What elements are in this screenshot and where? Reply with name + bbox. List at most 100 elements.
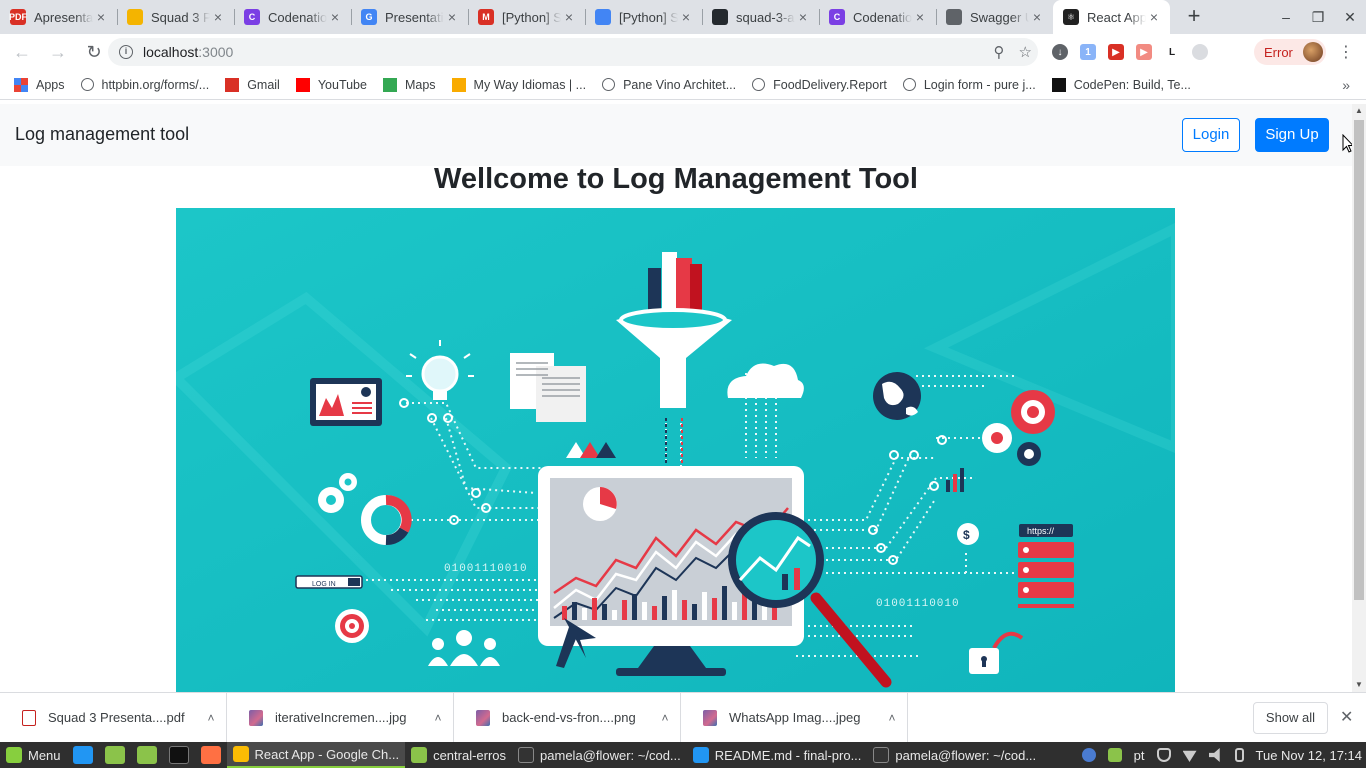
tab-close-icon[interactable]: × <box>561 9 577 25</box>
download-item[interactable]: Squad 3 Presenta....pdf ˄ <box>0 692 227 743</box>
menu-label: Menu <box>28 747 61 763</box>
terminal-icon <box>518 747 535 763</box>
cast-extension-icon[interactable]: ▶ <box>1136 44 1152 60</box>
reload-button[interactable]: ↻ <box>78 36 110 68</box>
address-url[interactable]: localhost:3000 <box>143 44 233 60</box>
restore-icon[interactable]: ❐ <box>1302 0 1334 34</box>
tab-close-icon[interactable]: × <box>327 9 343 25</box>
bookmark-item[interactable]: httpbin.org/forms/... <box>80 78 209 92</box>
hero-login-text: LOG IN <box>312 581 336 588</box>
taskbar-window[interactable]: README.md - final-pro... <box>687 742 868 768</box>
download-filename: Squad 3 Presenta....pdf <box>48 710 185 725</box>
scroll-down-arrow-icon[interactable]: ▼ <box>1352 678 1366 692</box>
download-item[interactable]: back-end-vs-fron....png ˄ <box>454 692 681 743</box>
tab-close-icon[interactable]: × <box>1029 9 1045 25</box>
login-button[interactable]: Login <box>1182 118 1240 152</box>
folder-launcher-icon[interactable] <box>136 746 157 764</box>
taskbar-window[interactable]: pamela@flower: ~/cod... <box>512 742 687 768</box>
bookmark-item[interactable]: Login form - pure j... <box>902 78 1036 92</box>
bookmark-item[interactable]: Pane Vino Architet... <box>602 78 736 92</box>
chevron-up-icon[interactable]: ˄ <box>650 711 680 725</box>
taskbar-window[interactable]: pamela@flower: ~/cod... <box>867 742 1042 768</box>
files-launcher-icon[interactable] <box>104 746 125 764</box>
download-items: Squad 3 Presenta....pdf ˄ iterativeIncreme… <box>0 692 908 743</box>
taskbar-window[interactable]: React App - Google Ch... <box>226 742 406 768</box>
extension-clock-icon[interactable] <box>1192 44 1208 60</box>
shield-icon[interactable] <box>1156 748 1171 762</box>
page-scrollbar[interactable]: ▲ ▼ <box>1352 104 1366 692</box>
clock[interactable]: Tue Nov 12, 17:14 <box>1256 748 1362 763</box>
bookmark-item[interactable]: Gmail <box>225 77 280 92</box>
back-button[interactable]: ← <box>6 36 38 68</box>
site-info-icon[interactable]: i <box>119 45 133 59</box>
new-tab-button[interactable]: + <box>1180 3 1208 31</box>
extension-badge-icon[interactable]: 1 <box>1080 44 1096 60</box>
bookmark-item[interactable]: Apps <box>14 77 65 92</box>
navbar-brand[interactable]: Log management tool <box>15 124 189 145</box>
chrome-icon <box>232 746 249 762</box>
download-extension-icon[interactable]: ↓ <box>1052 44 1068 60</box>
battery-icon[interactable] <box>1234 748 1244 762</box>
decorative-bar <box>712 598 717 620</box>
zoom-icon[interactable]: ⚲ <box>994 43 1005 61</box>
tab-close-icon[interactable]: × <box>1146 9 1162 25</box>
browser-tab[interactable]: [Python] Squad× <box>585 0 702 34</box>
decorative-bar <box>582 608 587 620</box>
files-tray-icon[interactable] <box>1107 748 1122 762</box>
firefox-launcher-icon[interactable] <box>200 746 221 764</box>
chevron-up-icon[interactable]: ˄ <box>423 711 453 725</box>
bookmark-item[interactable]: My Way Idiomas | ... <box>451 77 587 92</box>
tab-close-icon[interactable]: × <box>795 9 811 25</box>
browser-tab[interactable]: M [Python] Squad× <box>468 0 585 34</box>
browser-tab[interactable]: Squad 3 Presentation× <box>117 0 234 34</box>
vscode-launcher-icon[interactable] <box>72 746 93 764</box>
more-bookmarks-icon[interactable]: » <box>1342 77 1350 93</box>
signup-button[interactable]: Sign Up <box>1255 118 1329 152</box>
browser-menu-icon[interactable]: ⋮ <box>1336 34 1356 70</box>
browser-tab[interactable]: squad-3-ad× <box>702 0 819 34</box>
show-all-button[interactable]: Show all <box>1253 702 1328 734</box>
minimize-icon[interactable]: – <box>1270 0 1302 34</box>
profile-error-chip[interactable]: Error <box>1254 39 1326 65</box>
download-filename: back-end-vs-fron....png <box>502 710 636 725</box>
browser-tab[interactable]: G Presentation× <box>351 0 468 34</box>
terminal-launcher-icon[interactable] <box>168 746 189 764</box>
bookmark-item[interactable]: CodePen: Build, Te... <box>1051 77 1191 92</box>
browser-tab[interactable]: Swagger UI× <box>936 0 1053 34</box>
download-item[interactable]: WhatsApp Imag....jpeg ˄ <box>681 692 908 743</box>
wifi-icon[interactable] <box>1182 750 1197 762</box>
svg-text:$: $ <box>963 528 970 542</box>
forward-button[interactable]: → <box>42 36 74 68</box>
chevron-up-icon[interactable]: ˄ <box>196 711 226 725</box>
browser-tab[interactable]: C Codenation× <box>234 0 351 34</box>
scroll-up-arrow-icon[interactable]: ▲ <box>1352 104 1366 118</box>
tab-close-icon[interactable]: × <box>93 9 109 25</box>
scrollbar-thumb[interactable] <box>1354 120 1364 600</box>
tab-close-icon[interactable]: × <box>912 9 928 25</box>
bluetooth-icon[interactable] <box>1081 748 1096 762</box>
bookmark-star-icon[interactable]: ☆ <box>1019 43 1032 61</box>
tab-close-icon[interactable]: × <box>444 9 460 25</box>
taskbar-window[interactable]: central-erros <box>405 742 512 768</box>
browser-tab[interactable]: C Codenation× <box>819 0 936 34</box>
image-file-icon <box>476 709 490 726</box>
l-extension-icon[interactable]: L <box>1164 44 1180 60</box>
bookmark-item[interactable]: FoodDelivery.Report <box>752 78 887 92</box>
bookmark-item[interactable]: YouTube <box>295 77 367 92</box>
tab-close-icon[interactable]: × <box>210 9 226 25</box>
volume-icon[interactable] <box>1208 748 1220 762</box>
bookmark-item[interactable]: Maps <box>382 77 436 92</box>
close-downloads-icon[interactable]: ✕ <box>1340 707 1353 727</box>
start-menu-button[interactable]: Menu <box>0 742 67 768</box>
tab-close-icon[interactable]: × <box>678 9 694 25</box>
keyboard-layout[interactable]: pt <box>1134 748 1145 763</box>
address-bar[interactable]: i localhost:3000 ⚲ ☆ <box>108 38 1038 66</box>
browser-tab[interactable]: ⚛ React App × <box>1053 0 1170 34</box>
chevron-up-icon[interactable]: ˄ <box>877 711 907 725</box>
download-item[interactable]: iterativeIncremen....jpg ˄ <box>227 692 454 743</box>
bookmark-label: My Way Idiomas | ... <box>473 77 587 92</box>
gmail-icon: M <box>478 9 494 25</box>
close-window-icon[interactable]: ✕ <box>1334 0 1366 34</box>
youtube-extension-icon[interactable]: ▶ <box>1108 44 1124 60</box>
browser-tab[interactable]: PDF Apresentação× <box>0 0 117 34</box>
